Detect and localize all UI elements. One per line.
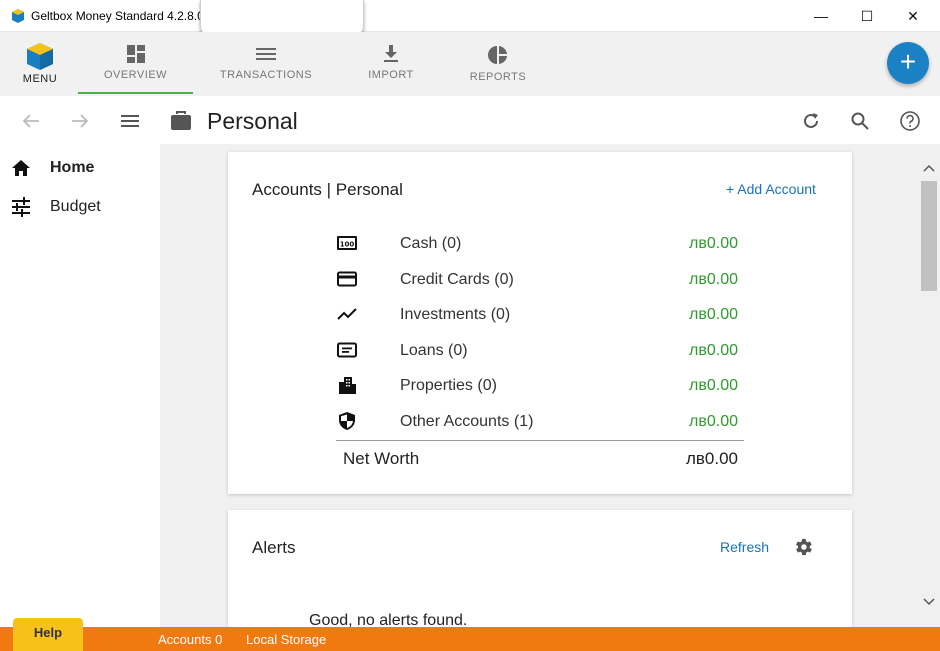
tab-overview-label: OVERVIEW	[103, 69, 168, 81]
sidebar-item-home[interactable]: Home	[0, 150, 160, 186]
shield-icon	[336, 412, 358, 430]
account-amount: лв0.00	[689, 306, 738, 323]
account-amount: лв0.00	[689, 235, 738, 252]
maximize-button[interactable]: ☐	[844, 0, 890, 32]
account-label: Loans (0)	[400, 342, 468, 359]
main-content: Accounts | Personal + Add Account 100 Ca…	[160, 144, 920, 627]
account-amount: лв0.00	[689, 377, 738, 394]
dashboard-icon	[126, 45, 145, 63]
alerts-message: Good, no alerts found.	[309, 612, 468, 627]
account-amount: лв0.00	[689, 413, 738, 430]
account-row-other[interactable]: Other Accounts (1) лв0.00	[336, 406, 744, 436]
sidebar-item-label: Home	[50, 159, 95, 176]
back-arrow-icon[interactable]	[20, 110, 42, 132]
main-nav: MENU OVERVIEW TRANSACTIONS IMPORT REPORT…	[0, 32, 940, 96]
credit-card-icon	[336, 270, 358, 288]
tab-transactions-label: TRANSACTIONS	[219, 69, 313, 81]
account-row-loans[interactable]: Loans (0) лв0.00	[336, 335, 744, 365]
accounts-card: Accounts | Personal + Add Account 100 Ca…	[228, 152, 852, 494]
title-overlay	[200, 0, 364, 36]
list-icon	[256, 48, 276, 60]
alerts-refresh-button[interactable]: Refresh	[720, 539, 769, 555]
net-worth-label: Net Worth	[343, 449, 420, 468]
account-row-credit-cards[interactable]: Credit Cards (0) лв0.00	[336, 264, 744, 294]
net-worth-amount: лв0.00	[685, 449, 738, 468]
minimize-button[interactable]: —	[798, 0, 844, 32]
account-label: Credit Cards (0)	[400, 271, 514, 288]
account-label: Properties (0)	[400, 377, 497, 394]
help-button[interactable]: Help	[13, 618, 83, 651]
app-logo-icon	[27, 43, 53, 70]
sliders-icon	[12, 197, 30, 217]
nav-menu[interactable]: MENU	[14, 32, 66, 94]
status-accounts-count: Accounts 0	[158, 632, 223, 647]
tab-import[interactable]: IMPORT	[360, 32, 422, 94]
loan-icon	[336, 341, 358, 359]
tab-reports[interactable]: REPORTS	[462, 32, 534, 94]
scroll-up-icon[interactable]	[920, 160, 938, 176]
window-title: Geltbox Money Standard 4.2.8.0	[31, 9, 204, 23]
download-icon	[384, 45, 398, 62]
home-icon	[12, 160, 30, 176]
briefcase-icon	[170, 110, 192, 132]
tab-reports-label: REPORTS	[469, 71, 527, 83]
nav-menu-label: MENU	[22, 73, 58, 85]
hamburger-icon[interactable]	[119, 110, 141, 132]
tab-transactions[interactable]: TRANSACTIONS	[212, 32, 320, 94]
account-row-cash[interactable]: 100 Cash (0) лв0.00	[336, 228, 744, 258]
title-bar: Geltbox Money Standard 4.2.8.0 — ☐ ✕	[0, 0, 940, 36]
add-account-button[interactable]: + Add Account	[726, 181, 816, 197]
account-label: Cash (0)	[400, 235, 462, 252]
alerts-card: Alerts Refresh Good, no alerts found.	[228, 510, 852, 627]
scroll-thumb[interactable]	[921, 181, 937, 291]
help-icon[interactable]	[899, 110, 921, 132]
page-title: Personal	[207, 108, 298, 134]
settings-gear-icon[interactable]	[792, 536, 814, 558]
forward-arrow-icon[interactable]	[69, 110, 91, 132]
account-label: Investments (0)	[400, 306, 511, 323]
building-icon	[336, 376, 358, 394]
alerts-card-title: Alerts	[252, 538, 296, 557]
toolbar	[0, 96, 940, 144]
status-bar: Help Accounts 0 Local Storage	[0, 618, 940, 651]
app-logo-icon	[12, 9, 24, 23]
search-icon[interactable]	[849, 110, 871, 132]
tab-overview[interactable]: OVERVIEW	[78, 32, 193, 94]
vertical-scrollbar[interactable]	[920, 144, 940, 627]
cash-icon: 100	[336, 234, 358, 252]
tab-import-label: IMPORT	[368, 69, 414, 81]
svg-text:100: 100	[340, 241, 355, 249]
status-storage: Local Storage	[246, 632, 327, 647]
account-row-investments[interactable]: Investments (0) лв0.00	[336, 299, 744, 329]
close-button[interactable]: ✕	[890, 0, 936, 32]
pie-chart-icon	[488, 46, 507, 64]
sidebar-item-label: Budget	[50, 198, 101, 215]
add-fab-button[interactable]: +	[887, 42, 929, 84]
sidebar: Home Budget	[0, 144, 160, 627]
account-amount: лв0.00	[689, 271, 738, 288]
net-worth-divider	[336, 440, 744, 441]
account-row-properties[interactable]: Properties (0) лв0.00	[336, 370, 744, 400]
account-label: Other Accounts (1)	[400, 413, 534, 430]
accounts-card-title: Accounts | Personal	[252, 180, 403, 199]
scroll-down-icon[interactable]	[920, 594, 938, 610]
sidebar-item-budget[interactable]: Budget	[0, 189, 160, 225]
account-amount: лв0.00	[689, 342, 738, 359]
trending-icon	[336, 305, 358, 323]
refresh-icon[interactable]	[800, 110, 822, 132]
